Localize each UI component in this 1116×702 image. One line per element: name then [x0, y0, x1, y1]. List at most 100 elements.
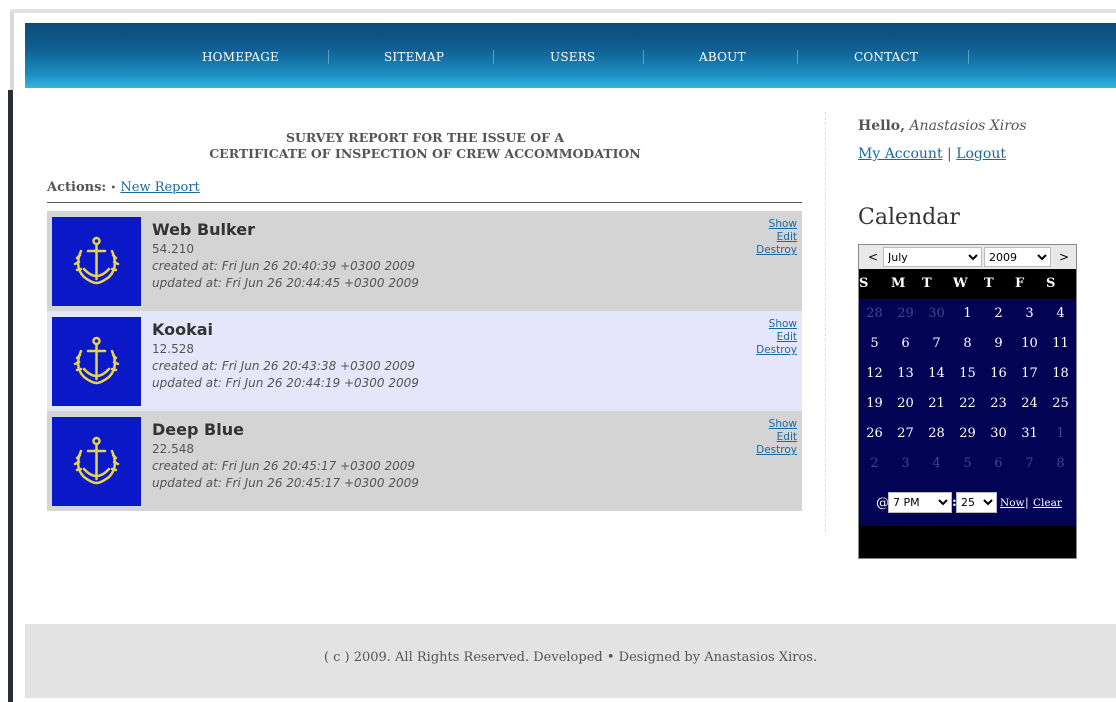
logout-link[interactable]: Logout	[956, 146, 1006, 162]
now-link[interactable]: Now	[1000, 497, 1025, 509]
calendar-day[interactable]: 3	[1014, 299, 1045, 329]
calendar-day[interactable]: 4	[921, 449, 952, 479]
calendar-day[interactable]: 14	[921, 359, 952, 389]
calendar-day[interactable]: 19	[859, 389, 890, 419]
record-actions: Show Edit Destroy	[756, 318, 797, 357]
calendar-day[interactable]: 3	[890, 449, 921, 479]
hour-select[interactable]: 7 PM	[888, 492, 952, 513]
record-tonnage: 22.548	[152, 442, 194, 456]
calendar-day[interactable]: 11	[1045, 329, 1076, 359]
calendar-day[interactable]: 29	[952, 419, 983, 449]
weekday-header: S	[859, 276, 869, 291]
calendar-day[interactable]: 8	[1045, 449, 1076, 479]
calendar-day[interactable]: 17	[1014, 359, 1045, 389]
weekday-header: W	[953, 276, 968, 291]
link-separator: |	[947, 146, 952, 162]
show-link[interactable]: Show	[756, 318, 797, 331]
calendar-day[interactable]: 5	[952, 449, 983, 479]
destroy-link[interactable]: Destroy	[756, 244, 797, 257]
divider	[47, 202, 802, 203]
calendar-day[interactable]: 31	[1014, 419, 1045, 449]
nav-homepage[interactable]: HOMEPAGE	[202, 50, 279, 64]
calendar-day[interactable]: 26	[859, 419, 890, 449]
record-actions: Show Edit Destroy	[756, 418, 797, 457]
actions-separator: •	[110, 183, 117, 194]
calendar-day[interactable]: 2	[859, 449, 890, 479]
calendar-day[interactable]: 21	[921, 389, 952, 419]
sidebar-divider	[825, 112, 826, 532]
calendar-day[interactable]: 16	[983, 359, 1014, 389]
calendar-day[interactable]: 7	[1014, 449, 1045, 479]
calendar-day[interactable]: 24	[1014, 389, 1045, 419]
footer: ( c ) 2009. All Rights Reserved. Develop…	[25, 624, 1116, 698]
calendar-day[interactable]: 20	[890, 389, 921, 419]
year-select[interactable]: 2009	[984, 247, 1051, 267]
calendar-day[interactable]: 25	[1045, 389, 1076, 419]
edit-link[interactable]: Edit	[756, 431, 797, 444]
calendar-day[interactable]: 5	[859, 329, 890, 359]
record-name: Web Bulker	[152, 220, 255, 239]
calendar-day[interactable]: 30	[983, 419, 1014, 449]
nav-separator	[797, 50, 798, 64]
calendar-day[interactable]: 6	[890, 329, 921, 359]
calendar-day[interactable]: 22	[952, 389, 983, 419]
edit-link[interactable]: Edit	[756, 231, 797, 244]
calendar-day[interactable]: 7	[921, 329, 952, 359]
next-month-button[interactable]: >	[1059, 250, 1069, 264]
nav-sitemap[interactable]: SITEMAP	[384, 50, 444, 64]
calendar-day[interactable]: 1	[1045, 419, 1076, 449]
calendar-day[interactable]: 9	[983, 329, 1014, 359]
my-account-link[interactable]: My Account	[858, 146, 943, 162]
calendar-day[interactable]: 12	[859, 359, 890, 389]
nav-separator	[643, 50, 644, 64]
record-tonnage: 54.210	[152, 242, 194, 256]
calendar-day[interactable]: 2	[983, 299, 1014, 329]
calendar-day[interactable]: 8	[952, 329, 983, 359]
actions-bar: Actions: • New Report	[47, 180, 200, 195]
show-link[interactable]: Show	[756, 218, 797, 231]
nav-about[interactable]: ABOUT	[699, 50, 746, 64]
page-title-line-2: CERTIFICATE OF INSPECTION OF CREW ACCOMM…	[209, 146, 641, 161]
left-border	[0, 0, 14, 702]
calendar-day[interactable]: 18	[1045, 359, 1076, 389]
calendar-day[interactable]: 27	[890, 419, 921, 449]
clear-link[interactable]: Clear	[1033, 497, 1062, 509]
record-updated-at: updated at: Fri Jun 26 20:45:17 +0300 20…	[152, 476, 419, 490]
destroy-link[interactable]: Destroy	[756, 444, 797, 457]
calendar-day[interactable]: 13	[890, 359, 921, 389]
anchor-emblem-icon	[52, 217, 141, 306]
weekday-header: F	[1015, 276, 1025, 291]
calendar-day[interactable]: 1	[952, 299, 983, 329]
anchor-emblem-icon	[52, 317, 141, 406]
record-updated-at: updated at: Fri Jun 26 20:44:19 +0300 20…	[152, 376, 419, 390]
calendar-day[interactable]: 28	[921, 419, 952, 449]
month-select[interactable]: July	[883, 247, 982, 267]
calendar-day[interactable]: 15	[952, 359, 983, 389]
time-picker: @ 7 PM : 25 Now | Clear	[859, 481, 1076, 526]
calendar-day[interactable]: 30	[921, 299, 952, 329]
calendar-day[interactable]: 6	[983, 449, 1014, 479]
prev-month-button[interactable]: <	[868, 250, 878, 264]
calendar-day[interactable]: 29	[890, 299, 921, 329]
calendar-day[interactable]: 4	[1045, 299, 1076, 329]
show-link[interactable]: Show	[756, 418, 797, 431]
anchor-emblem-icon	[52, 417, 141, 506]
nav-contact[interactable]: CONTACT	[854, 50, 918, 64]
account-links: My Account | Logout	[858, 146, 1006, 162]
minute-select[interactable]: 25	[956, 492, 997, 513]
weekday-header: S	[1046, 276, 1056, 291]
time-link-separator: |	[1025, 496, 1029, 509]
calendar-day[interactable]: 28	[859, 299, 890, 329]
nav-users[interactable]: USERS	[550, 50, 595, 64]
calendar-day[interactable]: 10	[1014, 329, 1045, 359]
record-item: Web Bulker 54.210 created at: Fri Jun 26…	[47, 211, 802, 311]
edit-link[interactable]: Edit	[756, 331, 797, 344]
calendar-widget: < July 2009 > S M T W T F S 28 29 30 1 2 3 4 5 6…	[858, 244, 1077, 559]
record-updated-at: updated at: Fri Jun 26 20:44:45 +0300 20…	[152, 276, 419, 290]
record-created-at: created at: Fri Jun 26 20:40:39 +0300 20…	[152, 259, 415, 273]
new-report-link[interactable]: New Report	[120, 180, 199, 195]
footer-text: ( c ) 2009. All Rights Reserved. Develop…	[323, 650, 818, 665]
record-name: Deep Blue	[152, 420, 244, 439]
calendar-day[interactable]: 23	[983, 389, 1014, 419]
destroy-link[interactable]: Destroy	[756, 344, 797, 357]
